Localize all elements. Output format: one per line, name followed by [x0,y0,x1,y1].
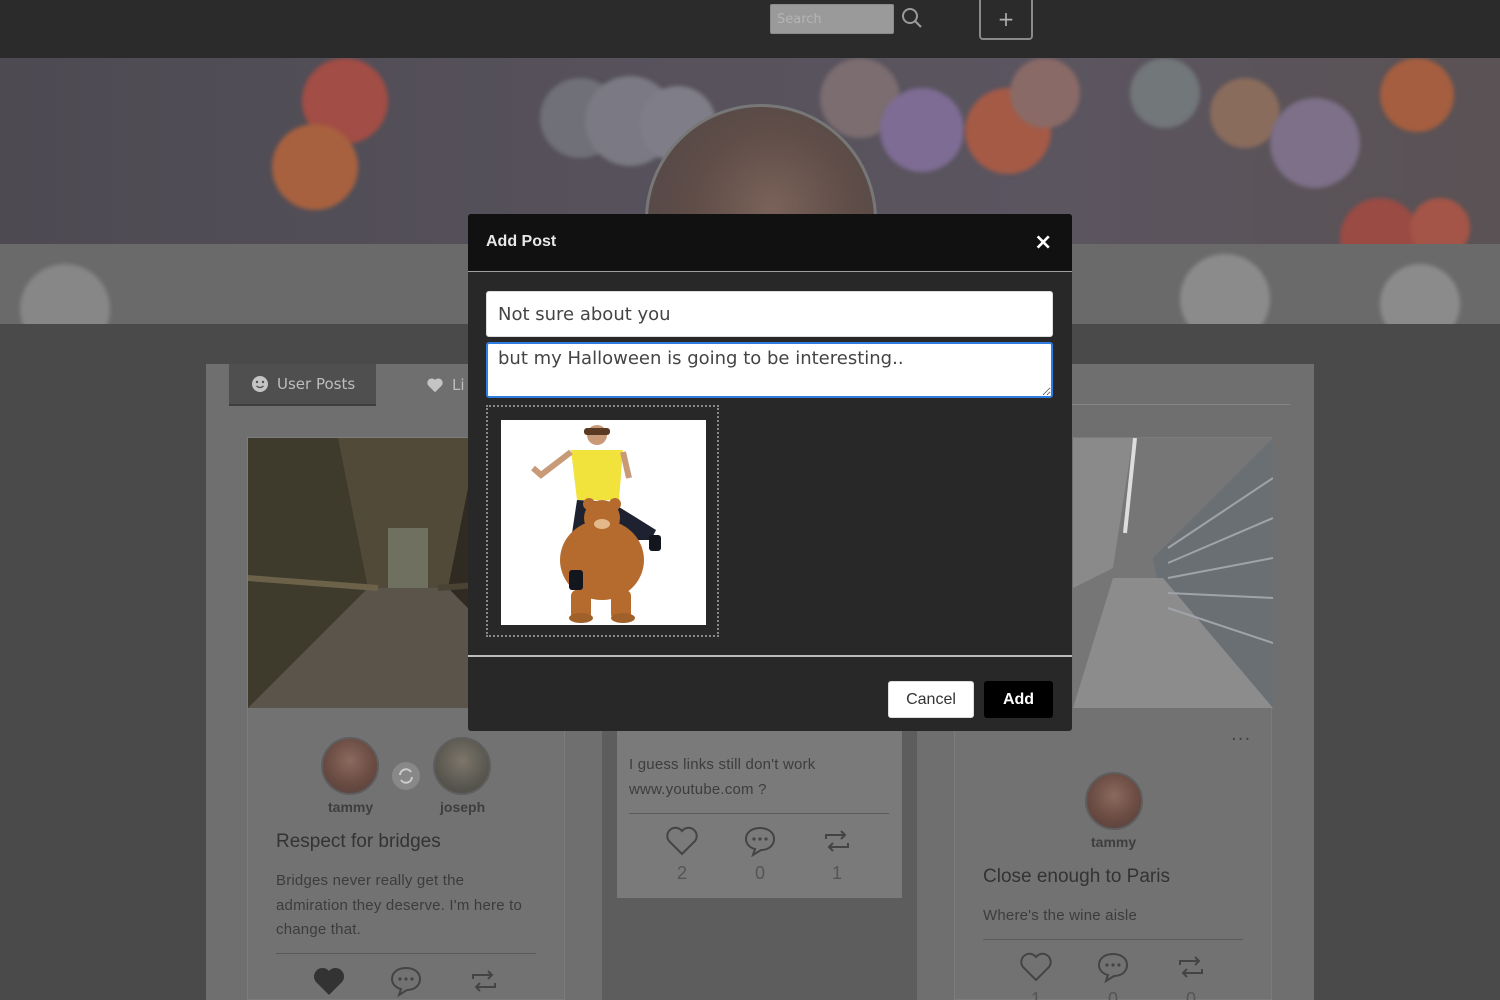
post-title: Respect for bridges [276,831,441,852]
retweet-icon[interactable] [820,825,854,857]
post-title-input[interactable] [486,291,1053,337]
avatar-tammy[interactable] [321,737,379,795]
tab-likes[interactable]: Li [426,376,465,394]
close-icon[interactable]: × [1034,230,1052,255]
repost-icon [392,762,420,790]
image-dropzone[interactable] [486,405,719,637]
repost-count: 1 [831,863,842,883]
post-body-textarea[interactable]: but my Halloween is going to be interest… [486,342,1053,398]
username-tammy[interactable]: tammy [328,799,373,815]
add-button[interactable]: Add [984,681,1053,718]
comment-icon[interactable] [1096,951,1130,983]
avatar-tammy[interactable] [1085,772,1143,830]
heart-icon[interactable] [665,825,699,857]
add-post-button[interactable]: + [979,0,1033,40]
post-body: Bridges never really get the admiration … [276,872,523,938]
search-icon[interactable] [900,6,924,30]
cancel-button[interactable]: Cancel [888,681,974,718]
costume-image [501,420,706,625]
uploaded-image-preview [501,420,706,625]
comment-icon[interactable] [389,965,423,997]
divider [983,939,1243,940]
modal-title: Add Post [486,233,557,250]
retweet-icon[interactable] [467,965,501,997]
retweet-icon[interactable] [1174,951,1208,983]
like-count: 2 [676,863,687,883]
like-count: 1 [1030,989,1041,1000]
repost-count: 0 [1185,989,1196,1000]
heart-icon[interactable] [1019,951,1053,983]
comment-icon[interactable] [743,825,777,857]
comment-count: 0 [1107,989,1118,1000]
add-post-modal: Add Post × but my Halloween is going to … [468,214,1072,731]
post-body: I guess links still don't work www.youtu… [629,756,816,798]
post-card[interactable]: I guess links still don't work www.youtu… [602,700,917,1000]
post-image-supermarket [1073,438,1273,708]
username-tammy[interactable]: tammy [1091,834,1136,850]
heart-filled-icon[interactable] [312,965,346,997]
post-title: Close enough to Paris [983,866,1170,887]
heart-icon [427,378,443,393]
tab-user-posts-label: User Posts [277,375,356,393]
supermarket-scene [1073,438,1273,708]
post-body: Where's the wine aisle [983,907,1137,924]
username-joseph[interactable]: joseph [440,799,485,815]
divider [629,813,889,814]
search-input[interactable] [770,4,894,34]
modal-header: Add Post × [468,214,1072,272]
smiley-icon [252,376,268,392]
tab-user-posts[interactable]: User Posts [229,364,376,406]
tab-likes-label: Li [452,376,465,394]
avatar-joseph[interactable] [433,737,491,795]
comment-count: 0 [754,863,765,883]
divider [276,953,536,954]
more-options-menu[interactable]: ... [1231,724,1251,745]
top-navbar: + [0,0,1500,58]
tab-underline [1072,404,1290,405]
modal-footer-divider [468,655,1072,657]
